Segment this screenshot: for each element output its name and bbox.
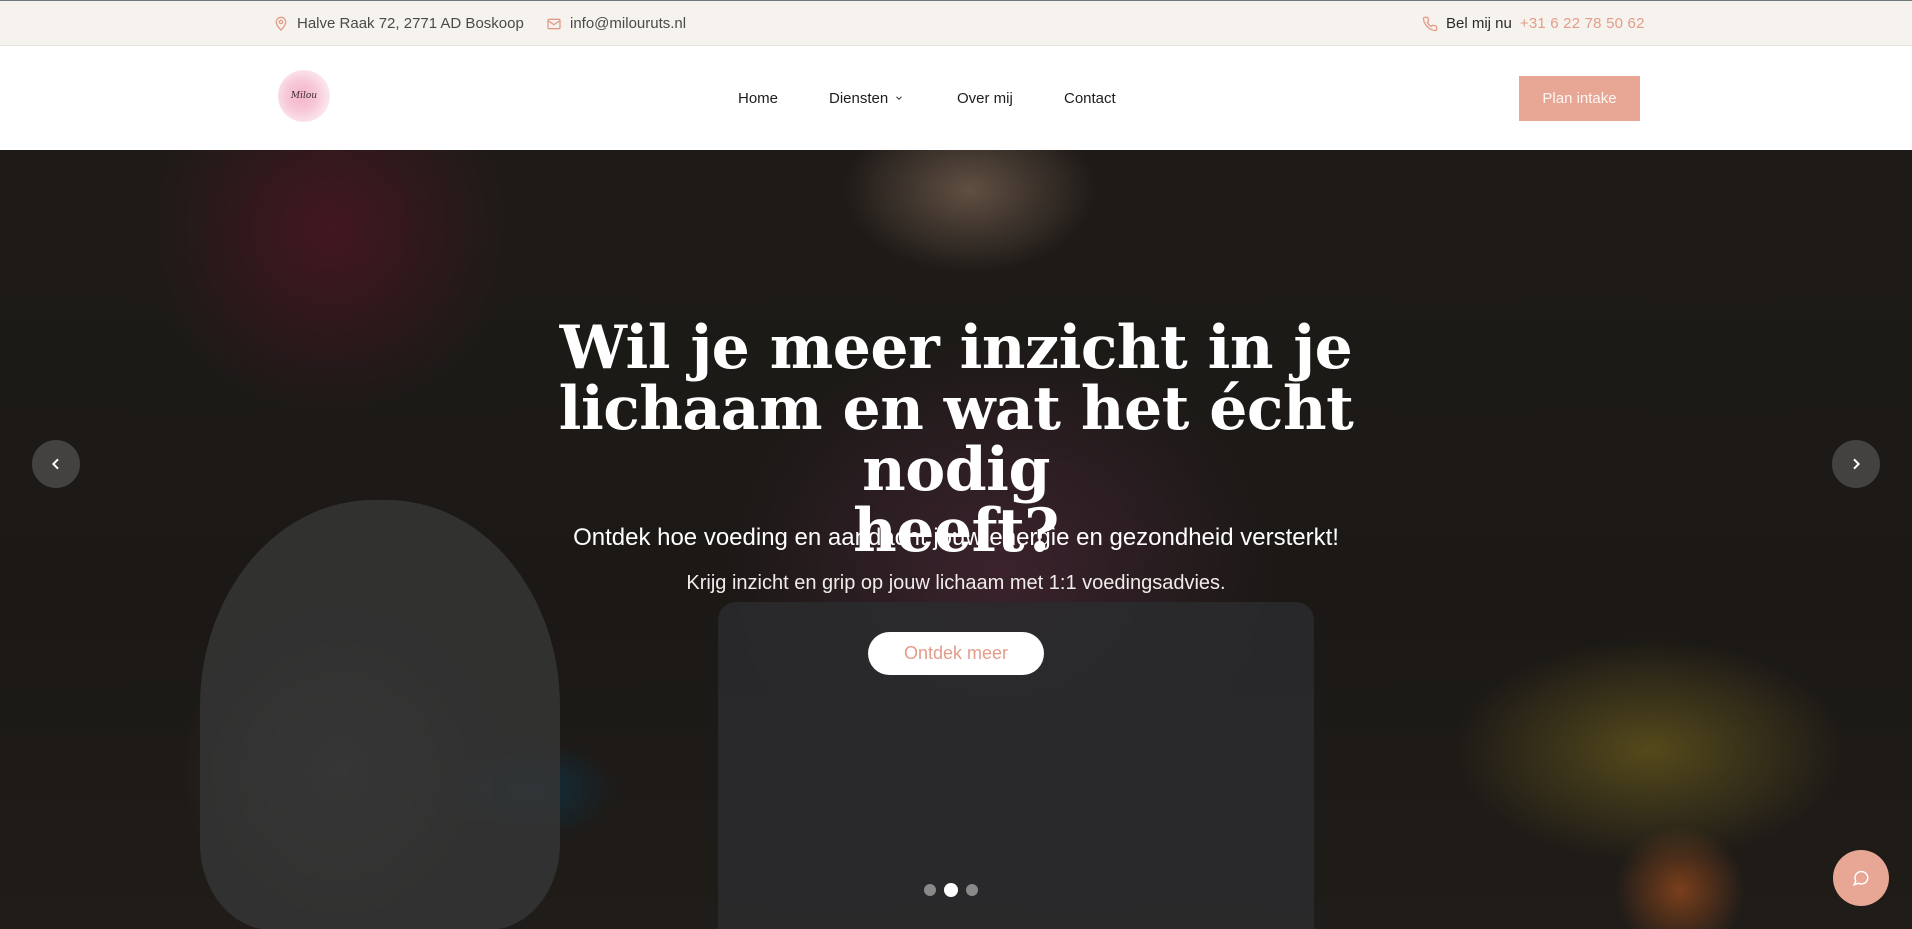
nav-diensten-label: Diensten: [829, 89, 889, 107]
chevron-down-icon: [896, 96, 903, 100]
site-header: Milou Home Diensten Over mij Contact Pla…: [0, 46, 1912, 150]
slider-next-button[interactable]: [1832, 440, 1880, 488]
mail-icon: [547, 18, 561, 29]
email-item[interactable]: info@milouruts.nl: [546, 1, 686, 46]
phone-link[interactable]: +31 6 22 78 50 62: [1520, 15, 1645, 32]
nav-over-mij[interactable]: Over mij: [957, 46, 1013, 150]
hero-slider: Wil je meer inzicht in je lichaam en wat…: [0, 150, 1912, 929]
address-text: Halve Raak 72, 2771 AD Boskoop: [297, 15, 524, 32]
plan-intake-button[interactable]: Plan intake: [1519, 76, 1640, 121]
address-item[interactable]: Halve Raak 72, 2771 AD Boskoop: [273, 1, 524, 46]
slider-dot-1[interactable]: [924, 884, 936, 896]
chevron-right-icon: [1853, 458, 1861, 470]
hero-title-line-2: lichaam en wat het écht nodig: [558, 374, 1354, 505]
nav-home-label: Home: [738, 89, 779, 107]
phone-icon: [1422, 16, 1438, 31]
slider-dot-3[interactable]: [966, 884, 978, 896]
email-link[interactable]: info@milouruts.nl: [570, 15, 686, 32]
nav-contact-label: Contact: [1064, 89, 1116, 107]
logo[interactable]: Milou: [278, 70, 330, 122]
slider-prev-button[interactable]: [32, 440, 80, 488]
chevron-left-icon: [51, 458, 59, 470]
nav-contact[interactable]: Contact: [1064, 46, 1116, 150]
hero-text: Krijg inzicht en grip op jouw lichaam me…: [686, 572, 1226, 594]
logo-text: Milou: [290, 91, 318, 101]
top-bar: Halve Raak 72, 2771 AD Boskoop info@milo…: [0, 0, 1912, 46]
hero-subtitle: Ontdek hoe voeding en aandacht jouw ener…: [573, 524, 1339, 551]
nav-diensten[interactable]: Diensten: [829, 46, 904, 150]
chat-button[interactable]: [1833, 850, 1889, 906]
slider-dot-2[interactable]: [944, 883, 958, 897]
phone-item[interactable]: Bel mij nu +31 6 22 78 50 62: [1422, 1, 1645, 46]
chat-icon: [1852, 870, 1869, 887]
slider-dots: [924, 883, 978, 897]
hero-content: Wil je meer inzicht in je lichaam en wat…: [0, 150, 1912, 929]
ontdek-meer-button[interactable]: Ontdek meer: [868, 632, 1044, 675]
nav-home[interactable]: Home: [738, 46, 778, 150]
hero-title-line-1: Wil je meer inzicht in je: [559, 313, 1353, 383]
call-label: Bel mij nu: [1446, 15, 1512, 32]
nav-over-mij-label: Over mij: [957, 89, 1013, 107]
map-pin-icon: [275, 16, 287, 31]
